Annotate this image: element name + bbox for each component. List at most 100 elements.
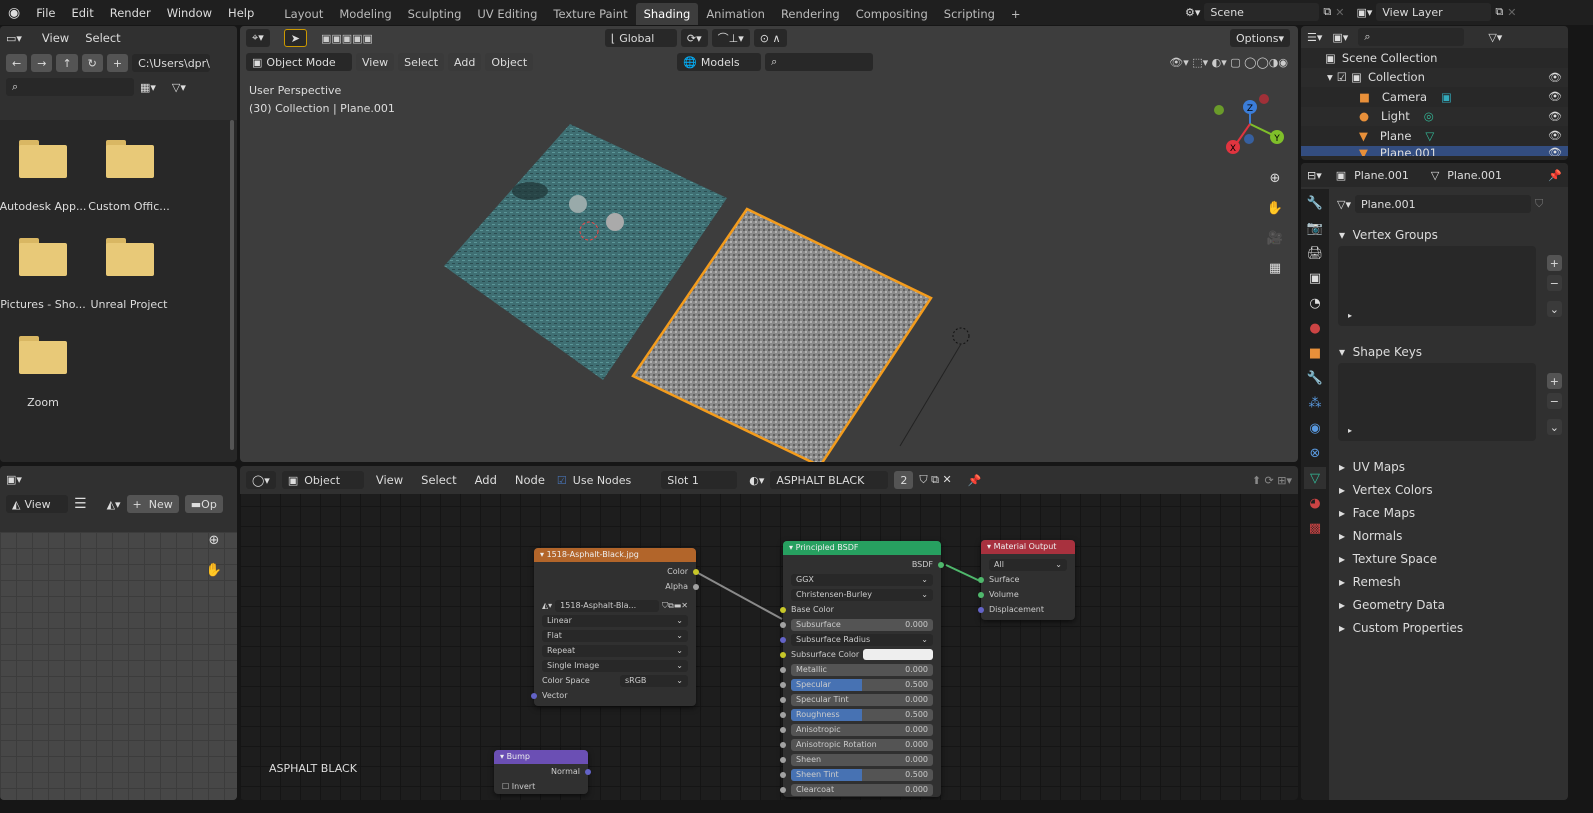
folder-icon[interactable]: [106, 238, 154, 276]
socket-base-color[interactable]: [780, 606, 786, 613]
folder-icon[interactable]: [19, 140, 67, 178]
add-shape-key-button[interactable]: +: [1546, 373, 1562, 389]
section-geometry-data[interactable]: ▸ Geometry Data: [1329, 593, 1568, 616]
tab-compositing[interactable]: Compositing: [848, 3, 936, 25]
tab-modeling[interactable]: Modeling: [331, 3, 399, 25]
input-socket[interactable]: [780, 636, 786, 643]
node-header[interactable]: ▾ Bump: [494, 750, 588, 764]
tab-rendering[interactable]: Rendering: [773, 3, 848, 25]
color-space-dropdown[interactable]: sRGB ⌄: [620, 674, 688, 687]
source-dropdown[interactable]: Single Image ⌄: [542, 659, 688, 672]
new-view-layer-icon[interactable]: ⧉: [1495, 5, 1503, 19]
section-uv-maps[interactable]: ▸ UV Maps: [1329, 455, 1568, 478]
image-texture-node[interactable]: ▾ 1518-Asphalt-Black.jpg Color Alpha ◭▾ 1…: [531, 548, 699, 706]
sphere[interactable]: [569, 195, 587, 213]
menu-help[interactable]: Help: [220, 6, 262, 20]
section-normals[interactable]: ▸ Normals: [1329, 524, 1568, 547]
input-socket[interactable]: [780, 621, 786, 628]
input-socket[interactable]: [780, 651, 786, 658]
display-mode-icon[interactable]: ☰▾: [1307, 31, 1322, 44]
image-browse-icon[interactable]: ◭▾: [542, 601, 552, 610]
eye-icon[interactable]: 👁: [1548, 146, 1562, 156]
view-layer-icon[interactable]: ▣▾: [1356, 6, 1372, 19]
input-socket[interactable]: [780, 666, 786, 673]
mesh-name-field[interactable]: Plane.001: [1354, 195, 1531, 213]
material-tab-icon[interactable]: ◕: [1304, 492, 1326, 514]
pan-hand-icon[interactable]: ✋: [202, 558, 226, 582]
subsurface-color-swatch[interactable]: [863, 649, 933, 660]
ortho-grid-icon[interactable]: ▦: [1263, 256, 1287, 280]
menu-render[interactable]: Render: [102, 6, 159, 20]
socket-color[interactable]: [693, 568, 699, 575]
sphere[interactable]: [606, 213, 624, 231]
zoom-icon[interactable]: ⊕: [1263, 166, 1287, 190]
scene-selector[interactable]: Scene: [1204, 3, 1320, 21]
input-socket[interactable]: [780, 711, 786, 718]
tab-sculpting[interactable]: Sculpting: [400, 3, 470, 25]
file-item[interactable]: Autodesk App...: [0, 200, 88, 213]
principled-bsdf-node[interactable]: ▾ Principled BSDF BSDF GGX ⌄ Christensen-…: [780, 541, 944, 797]
socket-surface[interactable]: [978, 576, 984, 583]
add-vertex-group-button[interactable]: +: [1546, 255, 1562, 271]
remove-shape-key-button[interactable]: −: [1546, 393, 1562, 409]
tab-shading[interactable]: Shading: [635, 3, 699, 25]
fb-menu-view[interactable]: View: [36, 29, 75, 47]
input-socket[interactable]: [780, 681, 786, 688]
mesh-browse-icon[interactable]: ▽▾: [1337, 198, 1351, 211]
path-field[interactable]: C:\Users\dpr\...: [132, 54, 211, 72]
zoom-icon[interactable]: ⊕: [202, 528, 226, 552]
tab-animation[interactable]: Animation: [698, 3, 773, 25]
scene-tab-icon[interactable]: ◔: [1304, 292, 1326, 314]
socket-volume[interactable]: [978, 591, 984, 598]
modifier-tab-icon[interactable]: 🔧: [1304, 367, 1326, 389]
bsdf-field[interactable]: Metallic 0.000: [791, 663, 933, 676]
constraints-tab-icon[interactable]: ⊗: [1304, 442, 1326, 464]
camera-data-icon[interactable]: ▣: [1441, 90, 1452, 104]
navigation-gizmo[interactable]: Z Y X: [1214, 94, 1284, 154]
node-header[interactable]: ▾ Material Output: [981, 540, 1075, 554]
search-input[interactable]: ⌕: [6, 78, 134, 96]
eye-icon[interactable]: 👁: [1548, 90, 1562, 103]
folder-icon[interactable]: [19, 238, 67, 276]
delete-scene-icon[interactable]: ✕: [1335, 6, 1344, 19]
input-socket[interactable]: [780, 696, 786, 703]
input-socket[interactable]: [780, 771, 786, 778]
bump-node[interactable]: ▾ Bump Normal ☐ Invert: [494, 750, 591, 794]
menu-window[interactable]: Window: [159, 6, 220, 20]
filter-icon[interactable]: ▽▾: [172, 81, 186, 94]
bsdf-field[interactable]: Specular Tint 0.000: [791, 693, 933, 706]
node-header[interactable]: ▾ Principled BSDF: [783, 541, 941, 555]
input-socket[interactable]: [780, 726, 786, 733]
tab-uv-editing[interactable]: UV Editing: [469, 3, 545, 25]
filter-icon[interactable]: ▽▾: [1488, 31, 1502, 44]
section-custom-properties[interactable]: ▸ Custom Properties: [1329, 616, 1568, 639]
scrollbar[interactable]: [230, 120, 234, 450]
eye-icon[interactable]: 👁: [1548, 110, 1562, 123]
socket-vector[interactable]: [531, 692, 537, 699]
camera-view-icon[interactable]: 🎥: [1263, 226, 1287, 250]
eye-icon[interactable]: 👁: [1548, 129, 1562, 142]
tool-tab-icon[interactable]: 🔧: [1304, 192, 1326, 214]
forward-button[interactable]: →: [31, 54, 53, 72]
menu-edit[interactable]: Edit: [63, 6, 101, 20]
bsdf-field[interactable]: Sheen Tint 0.500: [791, 768, 933, 781]
texture-tab-icon[interactable]: ▩: [1304, 517, 1326, 539]
scene-canvas[interactable]: Z Y X: [240, 26, 1298, 462]
file-item[interactable]: Zoom: [0, 396, 88, 409]
bsdf-field[interactable]: Anisotropic 0.000: [791, 723, 933, 736]
new-folder-button[interactable]: +: [106, 54, 129, 72]
editor-type-icon[interactable]: ▣▾: [6, 473, 22, 486]
socket-normal[interactable]: [585, 768, 591, 775]
scene-icon[interactable]: ⚙▾: [1185, 6, 1200, 19]
fake-user-icon[interactable]: ⛉: [1535, 197, 1543, 211]
section-remesh[interactable]: ▸ Remesh: [1329, 570, 1568, 593]
tab-layout[interactable]: Layout: [276, 3, 331, 25]
object-tab-icon[interactable]: ■: [1304, 342, 1326, 364]
bsdf-field[interactable]: Subsurface Radius ⌄: [791, 633, 933, 646]
light-data-icon[interactable]: ◎: [1424, 109, 1434, 123]
invert-checkbox[interactable]: ☐: [502, 782, 509, 791]
view-layer-tab-icon[interactable]: ▣: [1304, 267, 1326, 289]
shape-keys-list[interactable]: ▸: [1338, 363, 1536, 441]
projection-dropdown[interactable]: Flat ⌄: [542, 629, 688, 642]
outliner-item-light[interactable]: ● Light ◎ 👁: [1301, 106, 1568, 126]
